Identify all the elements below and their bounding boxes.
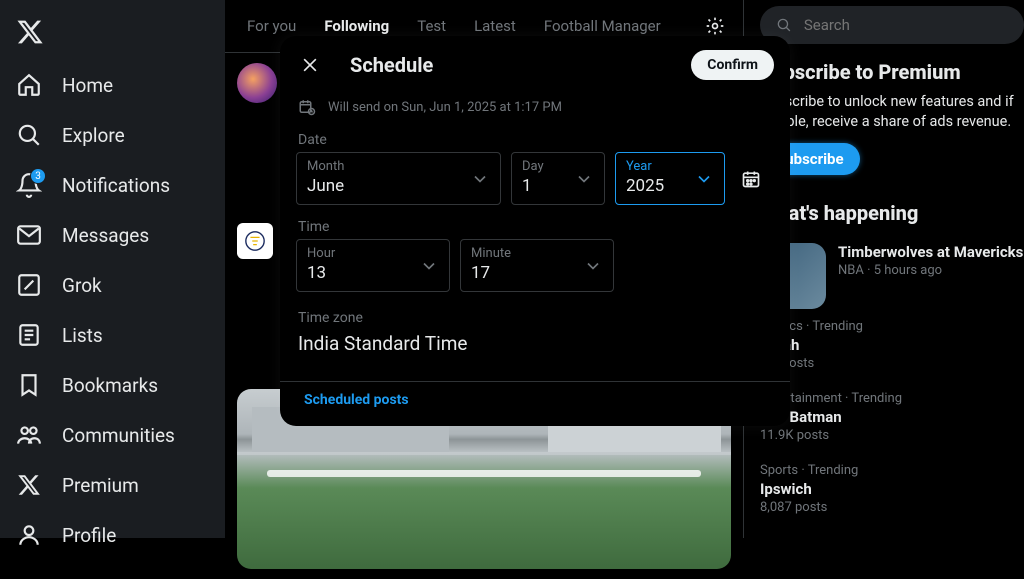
- calendar-icon: [741, 169, 761, 189]
- game-subtitle: NBA · 5 hours ago: [838, 263, 1023, 278]
- timeline-settings-button[interactable]: [695, 16, 735, 36]
- sidebar: Home Explore 3 Notifications Messages Gr…: [0, 0, 225, 538]
- bell-icon: 3: [16, 172, 42, 198]
- day-select[interactable]: Day 1: [511, 152, 605, 205]
- trend-game[interactable]: Timberwolves at Mavericks NBA · 5 hours …: [760, 237, 1024, 309]
- x-logo-icon: [16, 18, 44, 46]
- search-icon: [776, 16, 792, 34]
- search-icon: [16, 122, 42, 148]
- chevron-down-icon: [694, 169, 714, 189]
- nav-profile[interactable]: Profile: [0, 510, 225, 560]
- nav-home[interactable]: Home: [0, 60, 225, 110]
- select-value: June: [307, 176, 490, 196]
- date-label: Date: [296, 132, 774, 148]
- mail-icon: [16, 222, 42, 248]
- nav-label: Explore: [62, 124, 125, 147]
- scheduled-posts-link[interactable]: Scheduled posts: [280, 381, 790, 408]
- lists-icon: [16, 322, 42, 348]
- hour-select[interactable]: Hour 13: [296, 239, 450, 292]
- nav-premium[interactable]: Premium: [0, 460, 225, 510]
- nav-label: Premium: [62, 474, 139, 497]
- trend-count: 11.9K posts: [760, 428, 1024, 443]
- gear-icon: [705, 16, 725, 36]
- nav-messages[interactable]: Messages: [0, 210, 225, 260]
- send-info: Will send on Sun, Jun 1, 2025 at 1:17 PM: [296, 94, 774, 132]
- nav-grok[interactable]: Grok: [0, 260, 225, 310]
- nav-communities[interactable]: Communities: [0, 410, 225, 460]
- chevron-down-icon: [419, 256, 439, 276]
- search-box[interactable]: [760, 6, 1024, 44]
- communities-icon: [16, 422, 42, 448]
- trend-count: 8,087 posts: [760, 500, 1024, 515]
- nav-label: Messages: [62, 224, 149, 247]
- trend-item[interactable]: Entertainment · Trending The Batman 11.9…: [760, 381, 1024, 453]
- nav-explore[interactable]: Explore: [0, 110, 225, 160]
- nav-label: Grok: [62, 274, 102, 297]
- trend-topic: Ipswich: [760, 480, 1024, 498]
- trend-topic: The Batman: [760, 408, 1024, 426]
- chevron-down-icon: [470, 169, 490, 189]
- trend-category: Entertainment · Trending: [760, 391, 1024, 406]
- post-avatar[interactable]: [237, 223, 273, 259]
- profile-icon: [16, 522, 42, 548]
- month-select[interactable]: Month June: [296, 152, 501, 205]
- schedule-modal: Schedule Confirm Will send on Sun, Jun 1…: [280, 36, 790, 426]
- nav-label: Home: [62, 74, 113, 97]
- game-title: Timberwolves at Mavericks: [838, 243, 1023, 261]
- calendar-button[interactable]: [735, 163, 767, 195]
- bookmark-icon: [16, 372, 42, 398]
- premium-title: Subscribe to Premium: [760, 60, 1024, 84]
- modal-title: Schedule: [350, 53, 665, 77]
- x-icon: [16, 472, 42, 498]
- trend-item[interactable]: Politics · Trending Rafah 1M posts: [760, 309, 1024, 381]
- notification-badge: 3: [30, 168, 46, 184]
- trend-category: Politics · Trending: [760, 319, 1024, 334]
- search-input[interactable]: [804, 16, 1008, 34]
- premium-body: Subscribe to unlock new features and if …: [760, 92, 1024, 131]
- nav-bookmarks[interactable]: Bookmarks: [0, 360, 225, 410]
- nav-label: Communities: [62, 424, 175, 447]
- nav-label: Bookmarks: [62, 374, 158, 397]
- chevron-down-icon: [583, 256, 603, 276]
- send-info-text: Will send on Sun, Jun 1, 2025 at 1:17 PM: [328, 100, 562, 115]
- trend-category: Sports · Trending: [760, 463, 1024, 478]
- nav-label: Lists: [62, 324, 103, 347]
- chevron-down-icon: [574, 169, 594, 189]
- nav-label: Notifications: [62, 174, 170, 197]
- nav-notifications[interactable]: 3 Notifications: [0, 160, 225, 210]
- timezone-value: India Standard Time: [296, 330, 774, 355]
- minute-select[interactable]: Minute 17: [460, 239, 614, 292]
- grok-icon: [16, 272, 42, 298]
- select-label: Month: [307, 159, 490, 174]
- premium-card: Subscribe to Premium Subscribe to unlock…: [760, 60, 1024, 175]
- close-button[interactable]: [296, 51, 324, 79]
- trend-item[interactable]: Sports · Trending Ipswich 8,087 posts: [760, 453, 1024, 525]
- home-icon: [16, 72, 42, 98]
- close-icon: [300, 55, 320, 75]
- happening-title: What's happening: [760, 201, 1024, 225]
- trend-topic: Rafah: [760, 336, 1024, 354]
- post-avatar[interactable]: [237, 63, 277, 103]
- nav-lists[interactable]: Lists: [0, 310, 225, 360]
- trend-count: 1M posts: [760, 356, 1024, 371]
- confirm-button[interactable]: Confirm: [691, 50, 774, 80]
- timezone-label: Time zone: [296, 310, 774, 326]
- year-select[interactable]: Year 2025: [615, 152, 725, 205]
- time-label: Time: [296, 219, 774, 235]
- nav-label: Profile: [62, 524, 116, 547]
- schedule-icon: [298, 98, 316, 116]
- app-logo[interactable]: [0, 8, 225, 60]
